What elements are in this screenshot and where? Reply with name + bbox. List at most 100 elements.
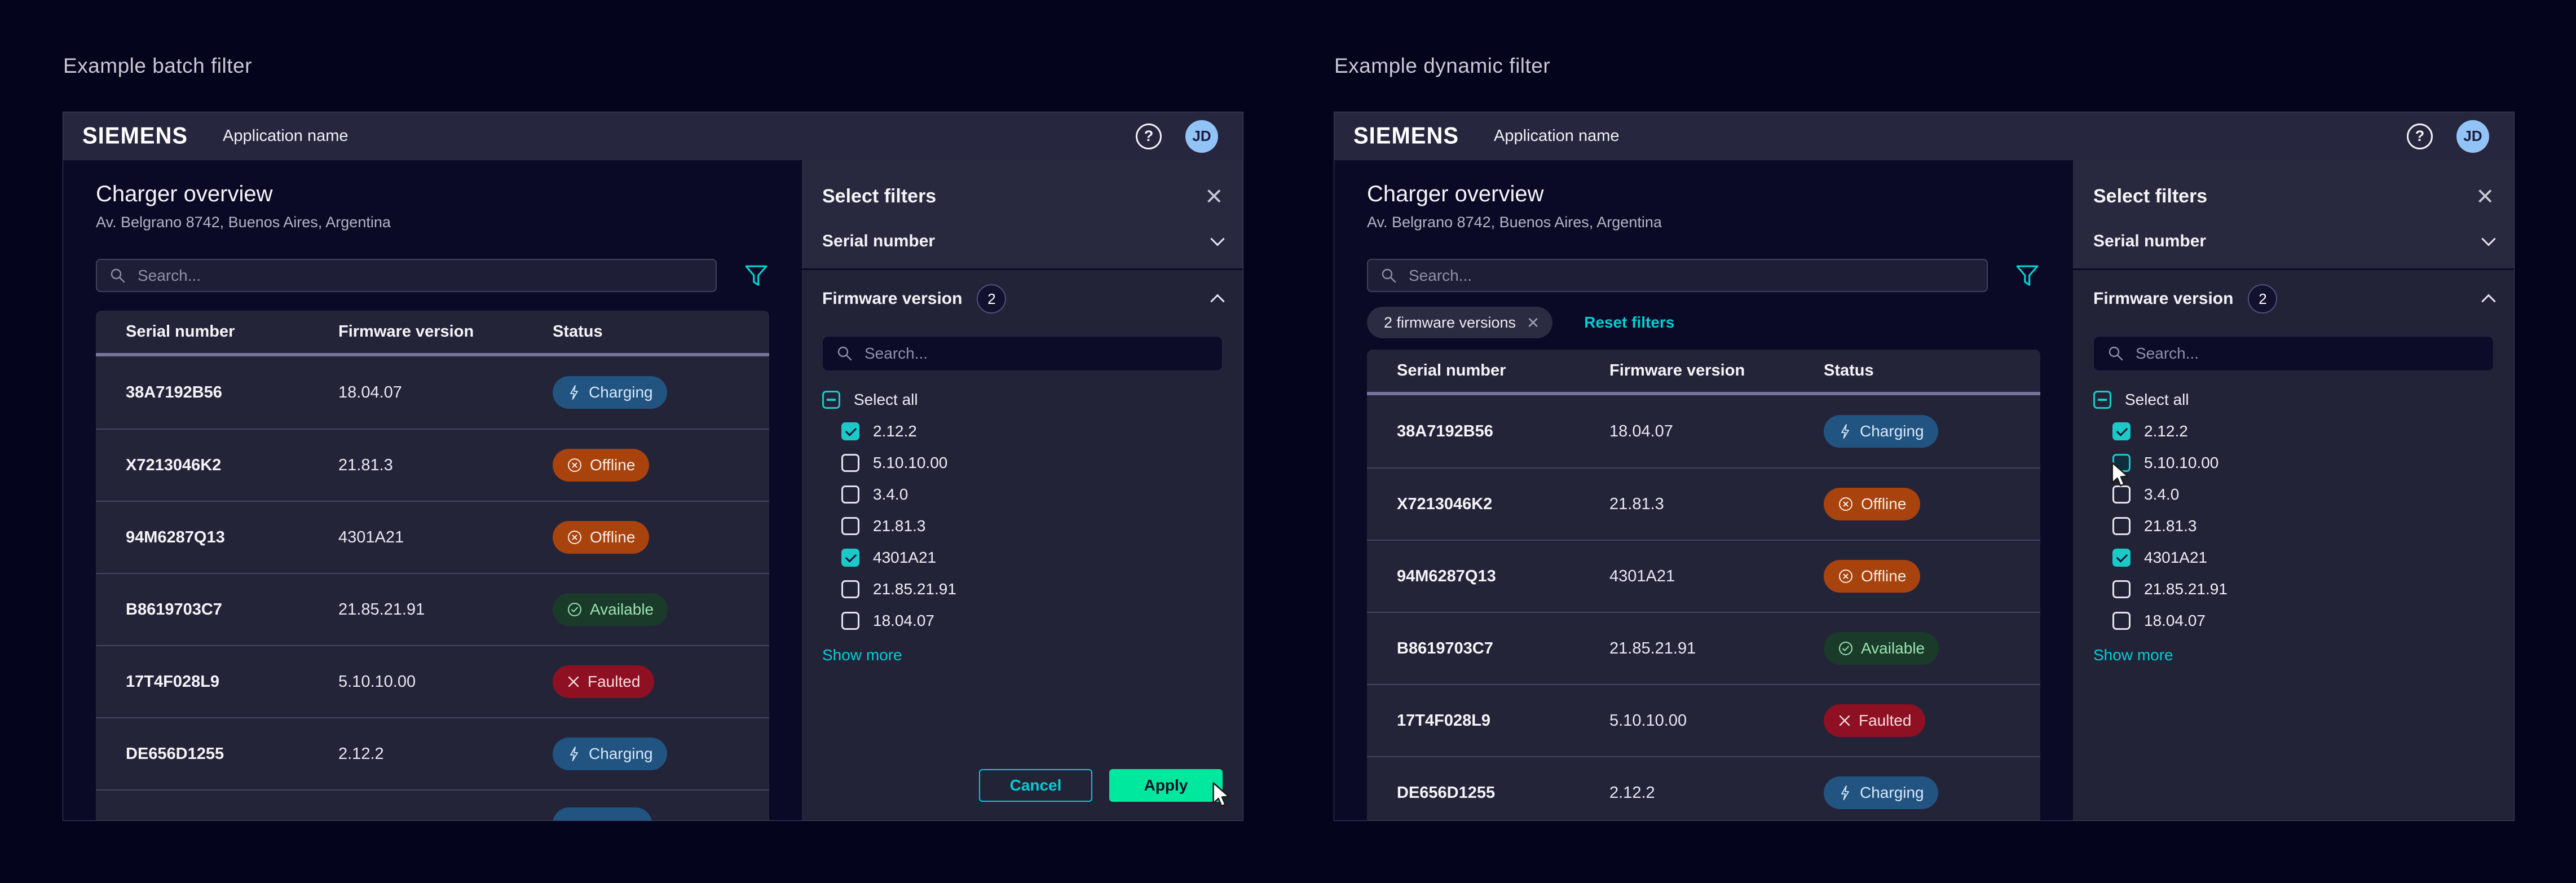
close-icon[interactable]: × (2477, 182, 2494, 211)
serial-cell: B8619703C7 (1397, 639, 1609, 658)
table-row[interactable]: 38A7192B56 18.04.07 Charging (1367, 395, 2040, 467)
circle-x-icon (1838, 496, 1854, 512)
filter-search-input[interactable] (2136, 345, 2480, 363)
filter-funnel-icon[interactable] (2014, 262, 2040, 289)
firmware-cell: 18.04.07 (1609, 422, 1824, 441)
filter-option[interactable]: 18.04.07 (841, 610, 1223, 632)
filter-option[interactable]: 21.85.21.91 (841, 579, 1223, 600)
help-icon[interactable]: ? (2407, 123, 2433, 149)
serial-cell: 94M6287Q13 (1397, 567, 1609, 586)
chip-remove-icon[interactable]: × (1527, 312, 1539, 333)
checkbox-checked-icon (2112, 549, 2131, 567)
table-row[interactable]: DE656D1255 2.12.2 Charging (96, 717, 769, 789)
status-badge: Offline (1824, 560, 1920, 593)
filter-option[interactable]: 2.12.2 (2112, 421, 2494, 442)
filter-option[interactable]: 3.4.0 (841, 484, 1223, 505)
chip-label: 2 firmware versions (1384, 314, 1516, 332)
firmware-cell: 4301A21 (338, 528, 553, 547)
table-row[interactable]: B8619703C7 21.85.21.91 Available (1367, 612, 2040, 684)
filter-section-serial-number[interactable]: Serial number (2093, 226, 2494, 257)
option-label: 4301A21 (2144, 549, 2207, 567)
bolt-icon (567, 746, 581, 762)
filter-option[interactable]: 18.04.07 (2112, 610, 2494, 632)
filter-section-firmware-version[interactable]: Firmware version 2 (822, 282, 1223, 315)
charger-table: Serial number Firmware version Status 38… (1367, 350, 2040, 821)
filter-search-box (822, 336, 1223, 371)
app-name: Application name (1494, 127, 1619, 145)
filter-option[interactable]: 4301A21 (841, 547, 1223, 568)
filter-funnel-icon[interactable] (743, 262, 769, 289)
table-search-input[interactable] (1409, 267, 1974, 285)
status-badge: Available (553, 593, 668, 626)
active-filter-chip[interactable]: 2 firmware versions × (1367, 307, 1552, 338)
filter-section-label: Serial number (822, 232, 935, 251)
show-more-link[interactable]: Show more (2093, 646, 2494, 664)
apply-button[interactable]: Apply (1109, 769, 1223, 802)
table-row[interactable]: DE656D1255 2.12.2 Charging (1367, 756, 2040, 821)
circle-x-icon (1838, 568, 1854, 584)
filter-section-label: Firmware version (822, 289, 962, 308)
select-all-checkbox[interactable]: Select all (2093, 389, 2494, 410)
option-label: 2.12.2 (2144, 422, 2188, 440)
option-label: 18.04.07 (2144, 612, 2206, 630)
serial-cell: 17T4F028L9 (1397, 712, 1609, 730)
checkbox-indeterminate-icon (822, 391, 840, 409)
show-more-link[interactable]: Show more (822, 646, 1223, 664)
table-row[interactable]: X7213046K2 21.81.3 Offline (96, 429, 769, 501)
page-title: Charger overview (96, 182, 802, 207)
filter-panel-title: Select filters (822, 186, 936, 207)
app-window-batch: SIEMENS Application name ? JD Charger ov… (63, 112, 1243, 821)
chevron-down-icon (2481, 232, 2495, 246)
table-row[interactable]: 17T4F028L9 5.10.10.00 Faulted (96, 645, 769, 717)
option-label: 18.04.07 (873, 612, 934, 630)
table-search-box (96, 259, 717, 292)
filter-option[interactable]: 3.4.0 (2112, 484, 2494, 505)
example-title-batch: Example batch filter (63, 54, 252, 78)
option-label: 4301A21 (873, 549, 936, 567)
filter-section-label: Firmware version (2093, 289, 2233, 308)
status-badge: Charging (553, 738, 667, 770)
column-header: Firmware version (338, 323, 553, 341)
table-row[interactable]: X7213046K2 21.81.3 Offline (1367, 467, 2040, 540)
status-badge: Charging (1824, 415, 1938, 448)
checkbox-checked-icon (841, 549, 859, 567)
table-row[interactable]: 38A7192B56 18.04.07 Charging (96, 356, 769, 429)
table-search-input[interactable] (138, 267, 703, 285)
filter-option-pressed[interactable]: 5.10.10.00 (2112, 452, 2494, 474)
table-row[interactable]: B8619703C7 21.85.21.91 Available (96, 573, 769, 645)
filter-section-serial-number[interactable]: Serial number (822, 226, 1223, 257)
filter-option[interactable]: 21.81.3 (2112, 515, 2494, 537)
avatar[interactable]: JD (1185, 120, 1218, 153)
checkbox-icon (841, 580, 859, 598)
checkbox-checked-icon (2112, 422, 2131, 440)
avatar[interactable]: JD (2456, 120, 2489, 153)
status-badge: Available (1824, 632, 1939, 665)
filter-option[interactable]: 21.85.21.91 (2112, 579, 2494, 600)
table-row[interactable]: 17T4F028L9 5.10.10.00 Faulted (1367, 684, 2040, 756)
checkbox-icon (2112, 612, 2131, 630)
main-content: Charger overview Av. Belgrano 8742, Buen… (63, 160, 802, 820)
close-icon[interactable]: × (1206, 182, 1223, 211)
cancel-button[interactable]: Cancel (979, 769, 1092, 802)
page-title: Charger overview (1367, 182, 2073, 207)
firmware-cell: 5.10.10.00 (1609, 712, 1824, 730)
firmware-cell: 2.12.2 (338, 745, 553, 763)
reset-filters-link[interactable]: Reset filters (1584, 314, 1674, 332)
filter-option[interactable]: 2.12.2 (841, 421, 1223, 442)
filter-option[interactable]: 4301A21 (2112, 547, 2494, 568)
filter-option[interactable]: 5.10.10.00 (841, 452, 1223, 474)
option-label: 5.10.10.00 (873, 454, 947, 472)
bolt-icon (1838, 785, 1852, 801)
status-badge: Offline (553, 521, 649, 554)
filter-option[interactable]: 21.81.3 (841, 515, 1223, 537)
search-icon (2107, 345, 2124, 362)
serial-cell: X7213046K2 (126, 456, 338, 475)
filter-section-firmware-version[interactable]: Firmware version 2 (2093, 282, 2494, 315)
select-all-checkbox[interactable]: Select all (822, 389, 1223, 410)
filter-search-input[interactable] (864, 345, 1208, 363)
option-label: 21.85.21.91 (2144, 580, 2227, 598)
table-search-box (1367, 259, 1988, 292)
table-row[interactable]: 94M6287Q13 4301A21 Offline (1367, 540, 2040, 612)
help-icon[interactable]: ? (1136, 123, 1162, 149)
table-row[interactable]: 94M6287Q13 4301A21 Offline (96, 501, 769, 573)
